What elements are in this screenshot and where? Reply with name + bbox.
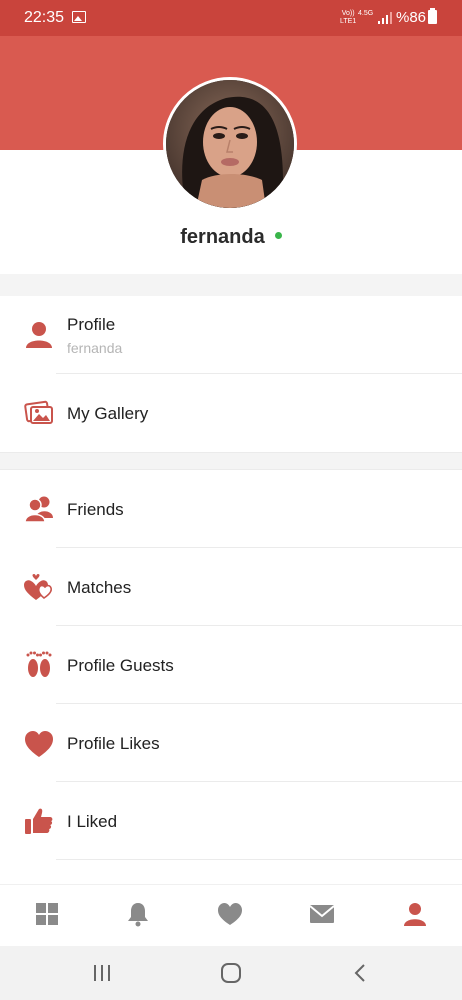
person-icon (26, 322, 52, 348)
grid-icon[interactable] (34, 901, 60, 927)
home-icon[interactable] (219, 962, 243, 984)
menu-item-matches[interactable]: Matches (0, 548, 462, 626)
online-status-dot (274, 232, 282, 239)
section-gap (0, 452, 462, 470)
volte-top: Vo)) (341, 10, 355, 17)
matches-icon (24, 574, 53, 600)
network-type: 4.5G (358, 10, 374, 17)
status-time: 22:35 (24, 9, 65, 26)
mail-icon[interactable] (309, 901, 335, 927)
heart-icon[interactable] (217, 901, 243, 927)
avatar[interactable] (163, 77, 297, 211)
avatar-photo (166, 80, 294, 208)
battery-percent: %86 (396, 9, 427, 26)
system-nav-bar (0, 946, 462, 1000)
bottom-tab-bar (0, 884, 462, 946)
signal-icon (378, 12, 392, 24)
menu-label-i-liked: I Liked (67, 812, 118, 831)
menu-label-friends: Friends (67, 500, 124, 519)
username-row: fernanda (0, 226, 462, 249)
back-icon[interactable] (349, 962, 373, 984)
menu-label-profile-likes: Profile Likes (67, 734, 160, 753)
menu-label-profile: Profile (67, 315, 116, 334)
section-gap (0, 274, 462, 296)
network-type-indicator: 4.5G (358, 10, 373, 18)
username: fernanda (180, 226, 265, 248)
bell-icon[interactable] (125, 901, 151, 927)
volte-bottom: LTE1 (340, 18, 357, 25)
heart-icon (25, 731, 53, 757)
menu-label-my-gallery: My Gallery (67, 404, 149, 423)
volte-indicator: Vo)) LTE1 (340, 10, 356, 26)
menu-item-my-gallery[interactable]: My Gallery (0, 374, 462, 452)
menu-item-i-liked[interactable]: I Liked (0, 782, 462, 860)
divider (56, 859, 462, 860)
friends-icon (24, 496, 53, 523)
menu-item-profile-guests[interactable]: Profile Guests (0, 626, 462, 704)
image-notification-icon (72, 11, 86, 23)
menu-item-profile-likes[interactable]: Profile Likes (0, 704, 462, 782)
thumbs-up-icon (25, 808, 53, 834)
person-icon[interactable] (402, 901, 428, 927)
status-bar: 22:35 Vo)) LTE1 4.5G %86 (0, 0, 462, 36)
menu-sublabel-profile: fernanda (67, 340, 123, 356)
menu-item-friends[interactable]: Friends (0, 470, 462, 548)
gallery-icon (24, 400, 53, 424)
recent-apps-icon[interactable] (90, 962, 114, 984)
menu-label-matches: Matches (67, 578, 132, 597)
menu-label-profile-guests: Profile Guests (67, 656, 174, 675)
footprints-icon (26, 651, 52, 677)
menu-item-profile[interactable]: Profile fernanda (0, 296, 462, 374)
battery-icon (428, 8, 437, 24)
